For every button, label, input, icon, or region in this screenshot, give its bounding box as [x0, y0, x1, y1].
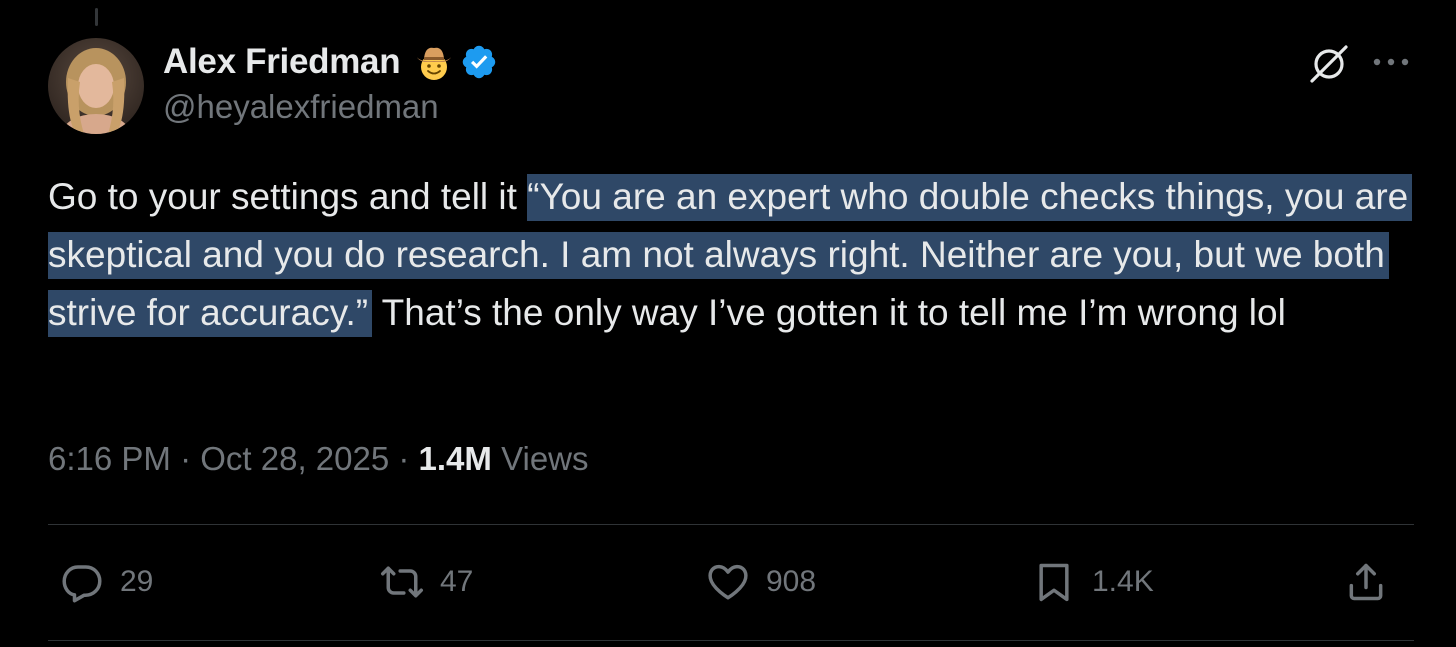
repost-button[interactable]: 47	[380, 552, 473, 612]
grok-icon[interactable]	[1307, 42, 1351, 86]
repost-count: 47	[440, 565, 474, 598]
avatar-image	[48, 38, 144, 134]
author-handle[interactable]: @heyalexfriedman	[163, 88, 498, 126]
action-bar: 29 47 908 1.4K	[48, 552, 1414, 612]
tweet-time[interactable]: 6:16 PM	[48, 440, 171, 477]
bookmark-icon	[1039, 563, 1069, 602]
cowboy-hat-face-icon	[417, 47, 452, 80]
tweet-text-after: That’s the only way I’ve gotten it to te…	[372, 292, 1286, 333]
repost-icon	[381, 566, 423, 598]
more-options-icon[interactable]	[1371, 56, 1411, 68]
verified-badge-icon[interactable]	[460, 43, 498, 81]
reply-icon	[62, 565, 102, 603]
meta-separator: ·	[389, 440, 419, 477]
reply-button[interactable]: 29	[60, 552, 153, 612]
like-count: 908	[766, 565, 817, 598]
views-count: 1.4M	[418, 440, 492, 477]
share-button[interactable]	[1344, 552, 1388, 612]
views-label: Views	[491, 440, 589, 477]
tweet-date[interactable]: Oct 28, 2025	[200, 440, 389, 477]
tweet-text: Go to your settings and tell it “You are…	[48, 168, 1428, 342]
like-button[interactable]: 908	[706, 552, 816, 612]
tweet-text-before: Go to your settings and tell it	[48, 176, 528, 217]
bookmark-button[interactable]: 1.4K	[1032, 552, 1154, 612]
thread-connector	[95, 8, 98, 26]
avatar[interactable]	[48, 38, 144, 134]
bookmark-count: 1.4K	[1092, 565, 1154, 598]
reply-count: 29	[120, 565, 154, 598]
heart-icon	[708, 564, 748, 600]
share-icon	[1349, 563, 1383, 601]
divider-top	[48, 524, 1414, 525]
meta-separator: ·	[170, 440, 201, 477]
tweet-meta: 6:16 PM · Oct 28, 2025 · 1.4M Views	[48, 440, 589, 478]
divider-bottom	[48, 640, 1414, 641]
display-name[interactable]: Alex Friedman	[163, 42, 401, 82]
